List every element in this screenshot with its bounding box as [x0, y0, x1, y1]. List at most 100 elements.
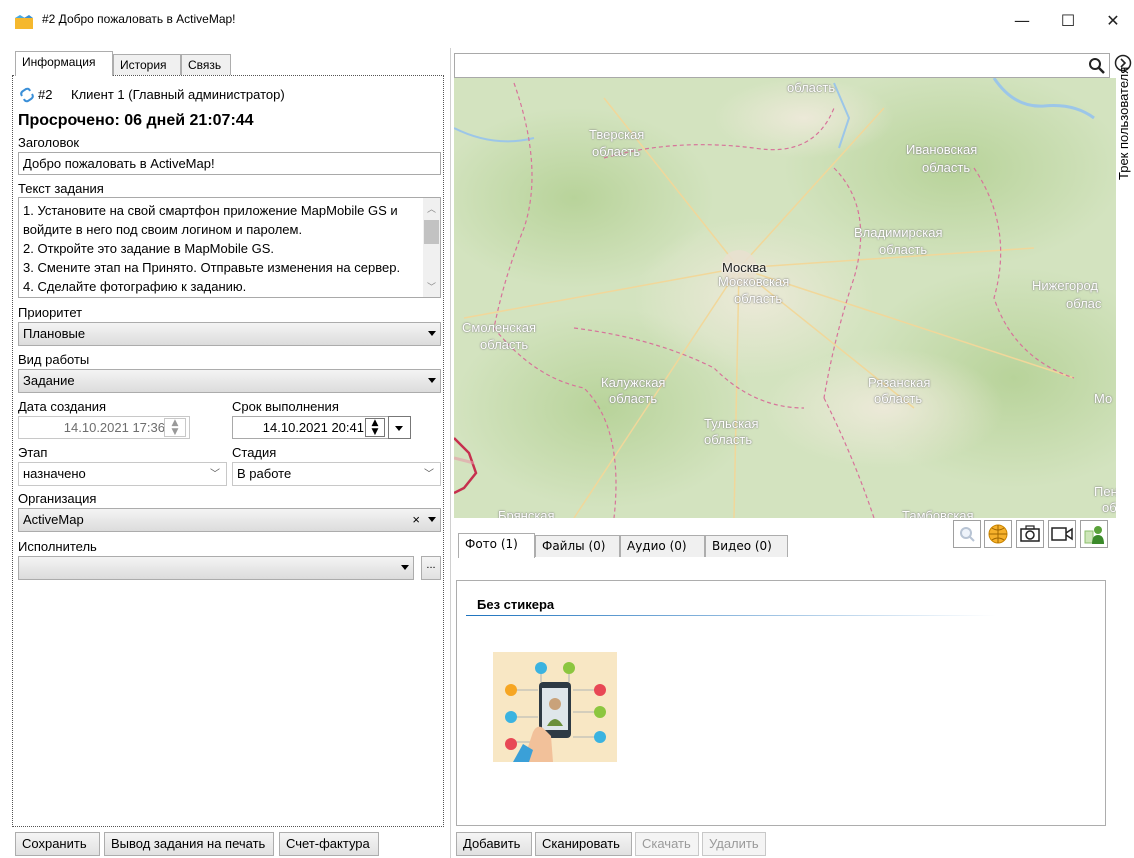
worktype-select[interactable]: Задание [18, 369, 441, 393]
map-label: Тверская [589, 127, 645, 142]
sticker-group-header: Без стикера [477, 597, 555, 612]
task-text-line: 4. Сделайте фотографию к заданию. [23, 279, 247, 294]
task-number: #2 [38, 87, 53, 102]
map-label: область [592, 144, 641, 159]
clear-icon[interactable]: × [412, 512, 420, 527]
minimize-button[interactable]: — [1002, 4, 1042, 36]
scroll-up-icon[interactable]: ︿ [427, 202, 436, 215]
stage-value: назначено [23, 466, 86, 481]
map-label: Ивановская [906, 142, 978, 157]
deadline-calendar-button[interactable] [388, 416, 411, 439]
tab-history[interactable]: История [113, 54, 181, 76]
map-label: область [874, 391, 923, 406]
organization-label: Организация [18, 491, 97, 506]
deadline-label: Срок выполнения [232, 399, 339, 414]
tab-files[interactable]: Файлы (0) [535, 535, 620, 557]
executor-label: Исполнитель [18, 539, 97, 554]
user-track-side-tab[interactable]: Трек пользователя [1116, 67, 1134, 196]
executor-more-button[interactable]: ... [421, 556, 441, 580]
scan-button[interactable]: Сканировать [535, 832, 632, 856]
tab-info[interactable]: Информация [15, 51, 113, 76]
map-label: Тамбовская [902, 508, 974, 518]
map-label: Тульская [704, 416, 759, 431]
organization-select[interactable]: ActiveMap × [18, 508, 441, 532]
status-label: Стадия [232, 445, 277, 460]
worktype-label: Вид работы [18, 352, 90, 367]
splitter[interactable] [450, 48, 451, 858]
header-underline [466, 615, 996, 616]
priority-label: Приоритет [18, 305, 83, 320]
tab-communication[interactable]: Связь [181, 54, 231, 76]
priority-select[interactable]: Плановые [18, 322, 441, 346]
map-label-moscow: Москва [722, 260, 767, 275]
map-label: Брянская [498, 508, 555, 518]
tab-photo[interactable]: Фото (1) [458, 533, 535, 558]
track-user-button[interactable] [1080, 520, 1108, 548]
map-label: Смоленская [462, 320, 537, 335]
chevron-down-icon [401, 565, 409, 570]
zoom-icon [960, 527, 975, 542]
title-label: Заголовок [18, 135, 80, 150]
scroll-thumb[interactable] [424, 220, 439, 244]
chevron-down-icon: ﹀ [210, 469, 220, 480]
task-text-line: войдите в него под своим логином и парол… [23, 222, 303, 237]
tab-audio[interactable]: Аудио (0) [620, 535, 705, 557]
phone-app-image [505, 662, 606, 762]
zoom-map-button[interactable] [953, 520, 981, 548]
user-track-label: Трек пользователя [1116, 66, 1131, 180]
user-track-icon [1084, 526, 1104, 544]
map-label: область [609, 391, 658, 406]
video-camera-icon [1051, 527, 1073, 541]
map-search-input[interactable] [454, 53, 1110, 78]
delete-button[interactable]: Удалить [702, 832, 766, 856]
task-text-line: 2. Откройте это задание в MapMobile GS. [23, 241, 274, 256]
chevron-down-icon [428, 517, 436, 522]
app-icon [15, 15, 33, 29]
organization-value: ActiveMap [23, 512, 84, 527]
close-button[interactable]: ✕ [1093, 4, 1133, 36]
tab-video[interactable]: Видео (0) [705, 535, 788, 557]
print-task-button[interactable]: Вывод задания на печать [104, 832, 274, 856]
map-label: Московская [718, 274, 790, 289]
add-file-button[interactable]: Добавить [456, 832, 532, 856]
map-label: область [704, 432, 753, 447]
text-scrollbar[interactable]: ︿ ﹀ [423, 198, 440, 297]
scroll-down-icon[interactable]: ﹀ [427, 280, 436, 293]
photo-thumbnail[interactable] [493, 652, 617, 762]
maximize-button[interactable]: ☐ [1048, 4, 1088, 36]
client-name: Клиент 1 (Главный администратор) [71, 87, 285, 102]
map-terrain [454, 78, 1116, 518]
save-button[interactable]: Сохранить [15, 832, 100, 856]
search-icon[interactable] [1088, 57, 1106, 75]
map-view[interactable]: область Тверская область Ивановская обла… [454, 78, 1116, 518]
task-text-area[interactable]: 1. Установите на свой смартфон приложени… [18, 197, 441, 298]
chevron-down-icon [395, 426, 403, 431]
worktype-value: Задание [23, 373, 75, 388]
status-select[interactable]: В работе ﹀ [232, 462, 441, 486]
globe-icon [988, 524, 1008, 544]
stage-select[interactable]: назначено ﹀ [18, 462, 227, 486]
link-icon [20, 87, 34, 103]
chevron-down-icon [428, 378, 436, 383]
camera-icon [1020, 525, 1040, 542]
map-label: Калужская [601, 375, 666, 390]
invoice-button[interactable]: Счет-фактура [279, 832, 379, 856]
executor-select[interactable] [18, 556, 414, 580]
stage-label: Этап [18, 445, 48, 460]
priority-value: Плановые [23, 326, 86, 341]
video-button[interactable] [1048, 520, 1076, 548]
map-label: область [879, 242, 928, 257]
map-label: Пен [1094, 484, 1116, 499]
task-text-label: Текст задания [18, 181, 104, 196]
globe-button[interactable] [984, 520, 1012, 548]
map-label: Рязанская [868, 375, 931, 390]
map-label: об [1102, 500, 1116, 515]
deadline-spinner-icon[interactable]: ▲ ▼ [365, 418, 385, 437]
chevron-down-icon [428, 331, 436, 336]
created-label: Дата создания [18, 399, 107, 414]
map-label: облас [1066, 296, 1102, 311]
title-input[interactable]: Добро пожаловать в ActiveMap! [18, 152, 441, 175]
map-label: Мо [1094, 391, 1113, 406]
camera-button[interactable] [1016, 520, 1044, 548]
download-button[interactable]: Скачать [635, 832, 699, 856]
